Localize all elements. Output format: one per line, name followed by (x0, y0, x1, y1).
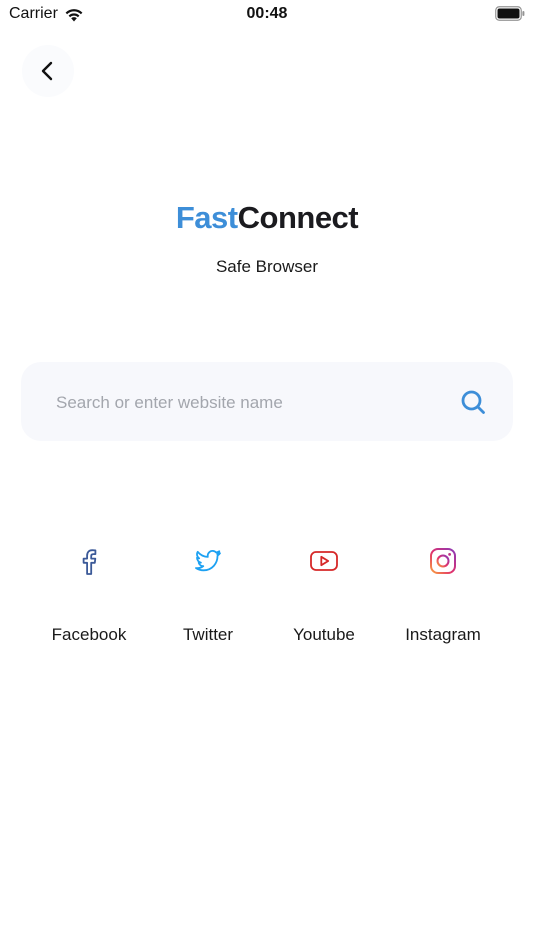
twitter-icon (195, 550, 221, 572)
quick-link-youtube[interactable]: Youtube (264, 540, 384, 655)
chevron-left-icon (41, 61, 53, 81)
app-tagline: Safe Browser (215, 257, 319, 276)
back-button[interactable] (22, 45, 74, 97)
quick-link-label: Instagram (405, 625, 481, 644)
battery-icon (495, 6, 525, 21)
youtube-icon (310, 551, 338, 571)
quick-link-twitter[interactable]: Twitter (148, 540, 268, 655)
search-bar (21, 362, 513, 443)
logo-fast: Fast (175, 200, 238, 235)
search-icon[interactable] (460, 389, 486, 415)
status-bar: Carrier 00:48 (0, 0, 534, 28)
quick-link-facebook[interactable]: Facebook (29, 540, 149, 655)
logo-connect: Connect (237, 200, 359, 235)
app-logo: FastConnect (0, 200, 534, 236)
quick-link-label: Twitter (182, 625, 234, 644)
quick-links: Facebook Twitter Youtube Instagram (0, 540, 534, 660)
status-time: 00:48 (246, 5, 288, 22)
quick-link-label: Youtube (293, 625, 355, 644)
facebook-icon (82, 549, 97, 575)
search-input[interactable] (54, 362, 438, 443)
quick-link-instagram[interactable]: Instagram (383, 540, 503, 655)
quick-link-label: Facebook (51, 625, 127, 644)
instagram-icon (430, 548, 456, 574)
